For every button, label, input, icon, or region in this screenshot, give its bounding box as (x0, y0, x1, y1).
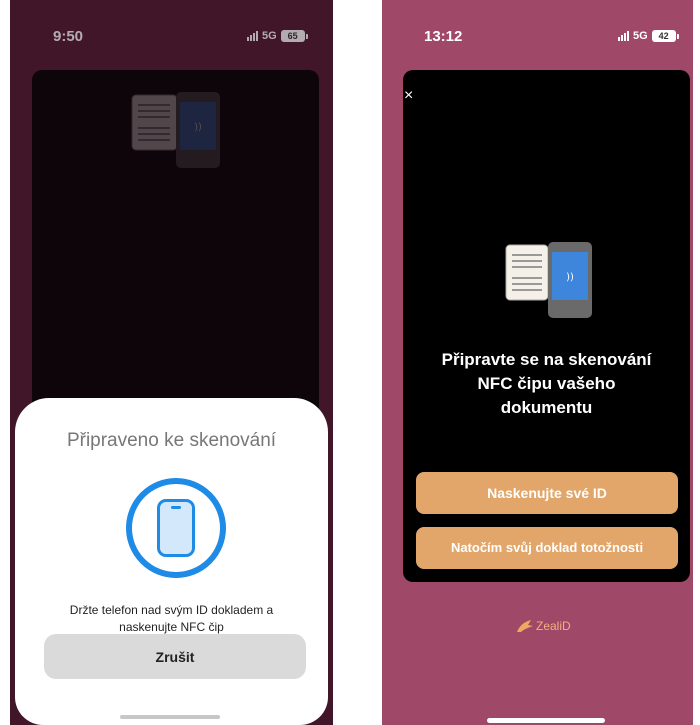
scan-id-button[interactable]: Naskenujte své ID (416, 472, 678, 514)
brand-name: ZealiD (536, 619, 571, 633)
sheet-message-line: Držte telefon nad svým ID dokladem a (69, 603, 274, 617)
home-indicator (120, 715, 220, 719)
phone-icon (157, 499, 195, 557)
nfc-document-illustration: )) (505, 242, 592, 318)
phone-left-screen: 9:50 5G 65 )) Připraveno ke skenování Dr… (10, 0, 333, 725)
status-indicators: 5G 42 (618, 30, 679, 42)
intro-heading-line: dokumentu (500, 398, 593, 417)
record-document-button[interactable]: Natočím svůj doklad totožnosti (416, 527, 678, 569)
svg-text:)): )) (566, 272, 574, 283)
phone-right-screen: 13:12 5G 42 × )) Připravte se na skenová… (382, 0, 693, 725)
home-indicator (487, 718, 605, 723)
intro-heading-line: Připravte se na skenování (441, 350, 652, 369)
network-label: 5G (633, 30, 648, 42)
close-icon[interactable]: × (404, 88, 413, 104)
battery-icon: 42 (651, 30, 676, 42)
intro-heading-line: NFC čipu vašeho (477, 374, 616, 393)
cancel-button[interactable]: Zrušit (44, 634, 306, 679)
signal-icon (618, 31, 629, 41)
zealid-logo-icon (517, 620, 533, 632)
status-time: 13:12 (424, 28, 463, 45)
sheet-title: Připraveno ke skenování (66, 430, 277, 451)
nfc-scan-sheet: Připraveno ke skenování Držte telefon na… (15, 398, 328, 725)
sheet-message: Držte telefon nad svým ID dokladem a nas… (15, 602, 328, 636)
intro-heading: Připravte se na skenování NFC čipu vašeh… (403, 348, 690, 420)
nfc-scan-icon (126, 478, 226, 578)
brand-logo: ZealiD (516, 619, 571, 633)
